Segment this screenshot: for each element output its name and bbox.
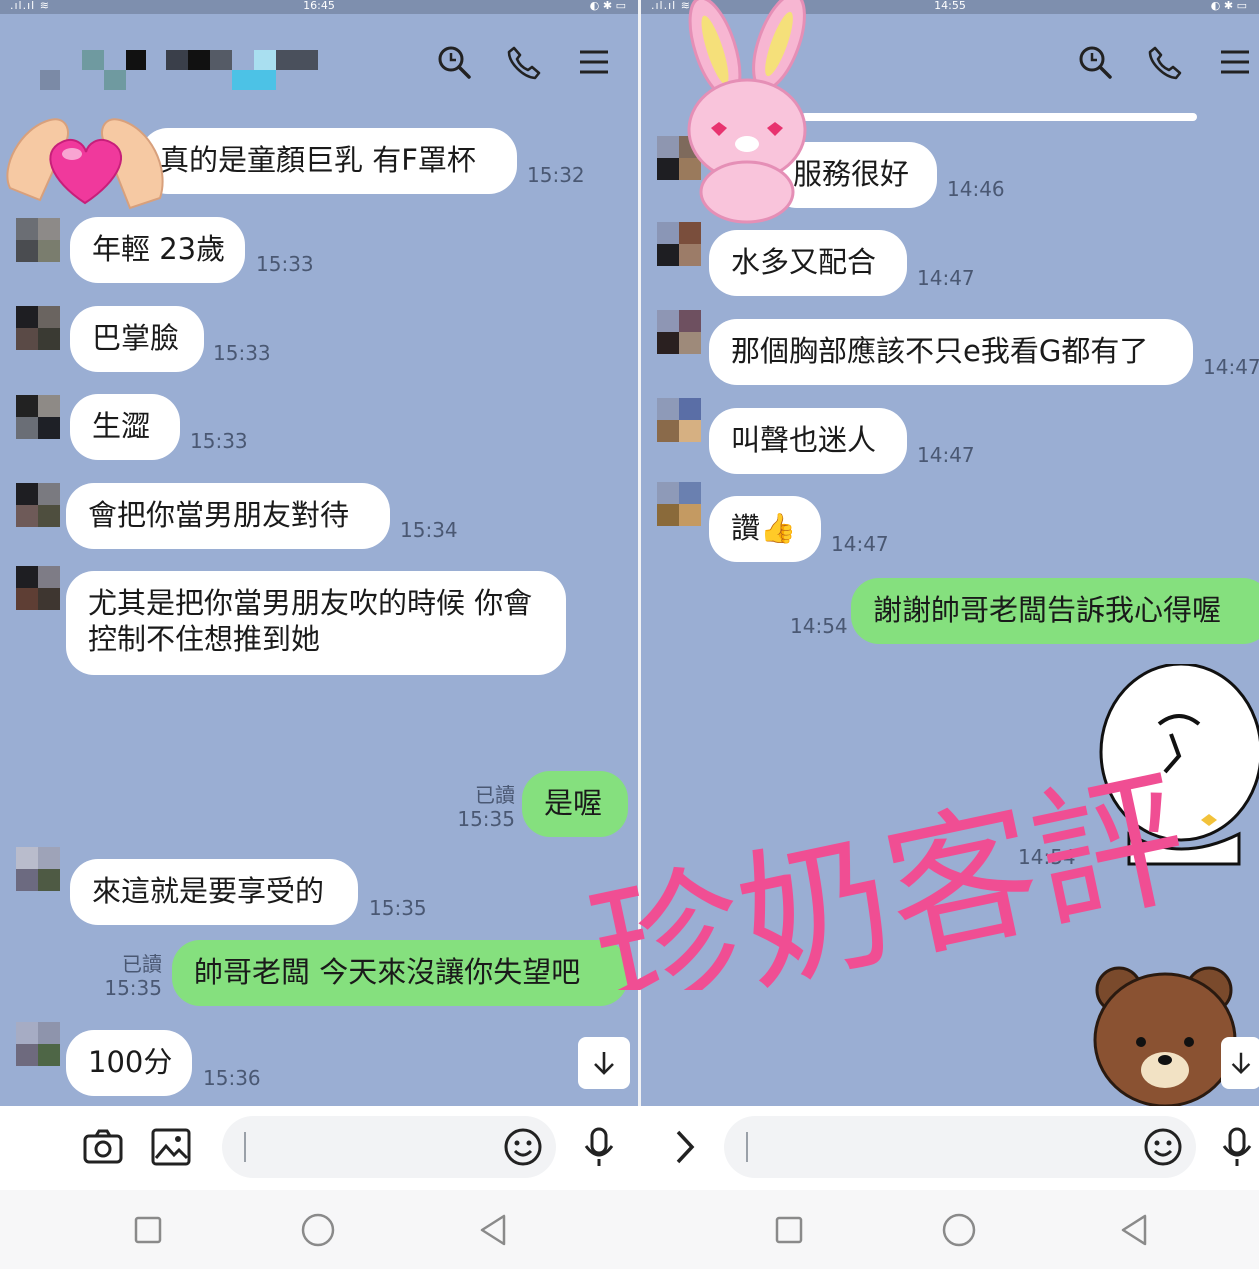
search-icon[interactable] <box>436 44 472 80</box>
message-bubble[interactable]: 尤其是把你當男朋友吹的時候 你會控制不住想推到她 <box>66 571 566 675</box>
sender-avatar[interactable] <box>16 566 60 610</box>
message-bubble[interactable]: 水多又配合 <box>709 230 907 296</box>
message-time: 15:35 <box>104 976 162 1000</box>
message-text: 尤其是把你當男朋友吹的時候 你會控制不住想推到她 <box>88 586 533 656</box>
home-icon[interactable] <box>298 1210 338 1250</box>
mic-icon[interactable] <box>578 1126 620 1168</box>
emoji-icon[interactable] <box>502 1126 544 1168</box>
sender-avatar[interactable] <box>657 398 701 442</box>
message-text: 巴掌臉 <box>92 321 180 355</box>
input-bar-left <box>0 1106 640 1190</box>
menu-icon[interactable] <box>576 44 612 80</box>
chat-panel-left: .ıl.ıl ≋ 16:45 ◐ ✱ ▭ 真的是童顏巨乳 有F罩杯 15:32 … <box>0 0 638 1106</box>
message-bubble[interactable]: 讚👍 <box>709 496 821 562</box>
message-text: 帥哥老闆 今天來沒讓你失望吧 <box>194 955 581 989</box>
message-bubble[interactable]: 100分 <box>66 1030 192 1096</box>
menu-icon[interactable] <box>1217 44 1253 80</box>
message-bubble[interactable]: 巴掌臉 <box>70 306 204 372</box>
message-time: 14:54 <box>790 614 848 638</box>
message-time: 14:47 <box>917 443 975 467</box>
message-time: 15:33 <box>190 429 248 453</box>
message-bubble[interactable]: 會把你當男朋友對待 <box>66 483 390 549</box>
message-bubble[interactable]: 生澀 <box>70 394 180 460</box>
sender-avatar[interactable] <box>16 218 60 262</box>
message-time: 14:47 <box>831 532 889 556</box>
message-time: 15:35 <box>457 807 515 831</box>
chat-header-actions <box>436 44 612 80</box>
message-time: 15:33 <box>213 341 271 365</box>
message-bubble[interactable]: 年輕 23歲 <box>70 217 245 283</box>
sender-avatar[interactable] <box>657 482 701 526</box>
message-bubble[interactable]: 那個胸部應該不只e我看G都有了 <box>709 319 1193 385</box>
sender-avatar[interactable] <box>16 395 60 439</box>
watermark: 珍奶客評 <box>578 751 1200 990</box>
back-icon[interactable] <box>1115 1210 1155 1250</box>
search-icon[interactable] <box>1077 44 1113 80</box>
watermark-text: 珍奶客評 <box>578 751 1200 990</box>
system-nav-bar <box>0 1190 1259 1269</box>
phone-icon[interactable] <box>1147 44 1183 80</box>
mic-icon[interactable] <box>1216 1126 1258 1168</box>
message-text: 會把你當男朋友對待 <box>88 498 350 532</box>
recent-apps-icon[interactable] <box>128 1210 168 1250</box>
status-indicators: ◐ ✱ ▭ <box>589 0 626 12</box>
sender-avatar[interactable] <box>16 847 60 891</box>
message-time: 14:46 <box>947 177 1005 201</box>
message-time: 15:35 <box>369 896 427 920</box>
status-indicators: ◐ ✱ ▭ <box>1210 0 1247 12</box>
camera-icon[interactable] <box>82 1126 124 1168</box>
message-bubble[interactable]: 真的是童顏巨乳 有F罩杯 <box>140 128 517 194</box>
image-icon[interactable] <box>150 1126 192 1168</box>
message-text: 讚👍 <box>731 511 797 545</box>
sender-avatar[interactable] <box>657 310 701 354</box>
read-label: 已讀 <box>475 783 515 807</box>
message-text: 那個胸部應該不只e我看G都有了 <box>731 334 1149 368</box>
input-bar-right <box>640 1106 1259 1190</box>
recent-apps-icon[interactable] <box>769 1210 809 1250</box>
message-time: 15:34 <box>400 518 458 542</box>
home-icon[interactable] <box>939 1210 979 1250</box>
arrow-down-icon <box>1231 1052 1251 1075</box>
heart-hands-sticker <box>6 118 164 210</box>
message-time: 15:36 <box>203 1066 261 1090</box>
message-text: 年輕 23歲 <box>92 232 226 266</box>
status-bar: .ıl.ıl ≋ 16:45 ◐ ✱ ▭ <box>0 0 638 14</box>
sender-avatar[interactable] <box>16 483 60 527</box>
scroll-to-bottom-button[interactable] <box>578 1037 630 1089</box>
message-bubble-outgoing[interactable]: 謝謝帥哥老闆告訴我心得喔 <box>851 578 1259 644</box>
read-label: 已讀 <box>122 952 162 976</box>
message-time: 14:47 <box>917 266 975 290</box>
chat-header-actions <box>1077 44 1253 80</box>
chevron-right-icon[interactable] <box>664 1126 706 1168</box>
message-text: 來這就是要享受的 <box>92 874 325 908</box>
message-bubble[interactable]: 叫聲也迷人 <box>709 408 907 474</box>
message-input[interactable] <box>222 1116 556 1178</box>
read-receipt: 已讀 15:35 <box>455 783 515 831</box>
status-time: 16:45 <box>303 0 335 12</box>
emoji-icon[interactable] <box>1142 1126 1184 1168</box>
message-text: 叫聲也迷人 <box>731 423 877 457</box>
text-caret <box>746 1132 748 1162</box>
phone-icon[interactable] <box>506 44 542 80</box>
read-receipt: 已讀 15:35 <box>100 952 162 1000</box>
scroll-to-bottom-button[interactable] <box>1221 1037 1259 1089</box>
message-text: 謝謝帥哥老闆告訴我心得喔 <box>873 593 1222 627</box>
message-input[interactable] <box>724 1116 1196 1178</box>
sender-avatar[interactable] <box>16 1022 60 1066</box>
arrow-down-icon <box>594 1052 614 1075</box>
message-bubble[interactable]: 來這就是要享受的 <box>70 859 358 925</box>
message-text: 真的是童顏巨乳 有F罩杯 <box>160 143 476 177</box>
message-time: 15:33 <box>256 252 314 276</box>
sender-avatar[interactable] <box>16 306 60 350</box>
text-caret <box>244 1132 246 1162</box>
back-icon[interactable] <box>474 1210 514 1250</box>
message-time: 15:32 <box>527 163 585 187</box>
message-text: 水多又配合 <box>731 245 877 279</box>
notice-bar <box>801 113 1197 121</box>
pink-bunny-sticker <box>687 0 807 224</box>
sender-avatar[interactable] <box>657 222 701 266</box>
message-time: 14:47 <box>1203 355 1259 379</box>
message-text: 生澀 <box>92 409 151 443</box>
message-text: 100分 <box>88 1045 173 1079</box>
